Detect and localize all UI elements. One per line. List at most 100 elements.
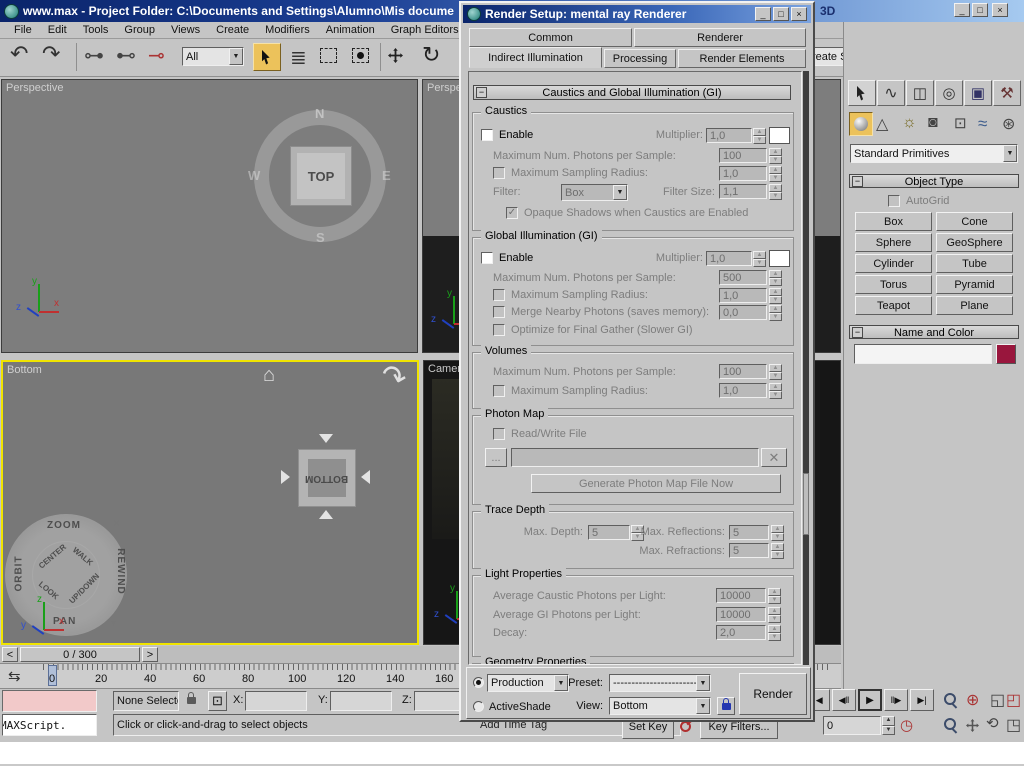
viewport-label-perspective[interactable]: Perspective — [6, 82, 63, 94]
gi-max-photons-spinner[interactable]: ▲ ▼ — [769, 270, 782, 286]
dialog-maximize-button[interactable]: □ — [773, 7, 789, 21]
tab-display[interactable]: ▣ — [964, 80, 992, 106]
category-helpers[interactable]: ⊡ — [954, 114, 967, 132]
scrollbar-thumb[interactable] — [803, 473, 809, 535]
gizmo-arrow-down[interactable] — [319, 510, 333, 519]
gi-multiplier-spinner[interactable]: ▲ ▼ — [753, 251, 766, 267]
name-color-rollout-header[interactable]: − Name and Color — [849, 325, 1019, 339]
viewcube-top-face[interactable]: TOP — [290, 146, 352, 206]
tab-common[interactable]: Common — [469, 28, 632, 47]
read-write-file-checkbox[interactable] — [493, 428, 505, 440]
chevron-down-icon[interactable]: ▼ — [696, 698, 710, 714]
tab-processing[interactable]: Processing — [604, 49, 676, 68]
production-dropdown[interactable]: Production ▼ — [487, 674, 569, 692]
select-rotate-button[interactable]: ↻ — [422, 42, 440, 68]
object-type-rollout-header[interactable]: − Object Type — [849, 174, 1019, 188]
time-configuration-button[interactable]: ◷ — [900, 716, 913, 734]
max-refractions-spinner[interactable]: ▲ ▼ — [771, 543, 784, 559]
chevron-down-icon[interactable]: ▼ — [1003, 145, 1017, 162]
wheel-rewind[interactable]: REWIND — [115, 548, 126, 595]
category-lights[interactable]: ☼ — [902, 114, 917, 132]
render-button[interactable]: Render — [739, 673, 807, 715]
avg-gi-field[interactable]: 10000 — [716, 607, 766, 622]
avg-gi-spinner[interactable]: ▲ ▼ — [768, 607, 781, 623]
viewcube[interactable]: N W E S TOP — [242, 102, 402, 252]
select-link-icon[interactable]: ⊶ — [84, 43, 104, 68]
chevron-down-icon[interactable]: ▼ — [613, 185, 627, 200]
play-button[interactable]: ▶ — [858, 689, 882, 711]
gi-enable-checkbox[interactable] — [481, 252, 493, 264]
chevron-down-icon[interactable]: ▼ — [696, 675, 710, 691]
unlink-icon[interactable]: ⊷ — [116, 43, 136, 68]
caustics-multiplier-field[interactable]: 1,0 — [706, 128, 752, 143]
compass-south[interactable]: S — [316, 230, 325, 245]
trackbar-mode-icon[interactable]: ⇆ — [8, 667, 21, 685]
main-minimize-button[interactable]: _ — [954, 3, 970, 17]
time-slider-handle[interactable]: 0 / 300 — [20, 647, 140, 662]
max-depth-field[interactable]: 5 — [588, 525, 630, 540]
chevron-down-icon[interactable]: ▼ — [554, 675, 568, 691]
wheel-close-icon[interactable]: × — [113, 516, 120, 530]
photon-map-browse-button[interactable]: ... — [485, 448, 507, 467]
tab-indirect-illumination[interactable]: Indirect Illumination — [469, 47, 602, 68]
tab-utilities[interactable]: ⚒ — [993, 80, 1021, 106]
rect-selection-region-button[interactable] — [320, 48, 337, 63]
gi-max-radius-field[interactable]: 1,0 — [719, 288, 767, 303]
frame-spinner[interactable]: ▲ ▼ — [882, 716, 895, 735]
volumes-max-photons-spinner[interactable]: ▲ ▼ — [769, 364, 782, 380]
crossing-selection-button[interactable] — [352, 48, 369, 63]
macro-recorder-field[interactable] — [2, 690, 97, 712]
viewcube-bottom-face[interactable]: BOTTOM — [298, 449, 356, 507]
select-object-button[interactable] — [253, 43, 281, 71]
dialog-titlebar[interactable]: Render Setup: mental ray Renderer _ □ × — [463, 5, 811, 23]
pan-button[interactable] — [966, 719, 979, 735]
object-button-cylinder[interactable]: Cylinder — [855, 254, 932, 273]
zoom-extents-all-button[interactable]: ◰ — [1006, 690, 1021, 710]
volumes-max-radius-checkbox[interactable] — [493, 385, 505, 397]
zoom-region-button[interactable] — [944, 718, 956, 733]
compass-east[interactable]: E — [382, 168, 391, 183]
gi-merge-checkbox[interactable] — [493, 306, 505, 318]
caustics-max-photons-field[interactable]: 100 — [719, 148, 767, 163]
category-systems[interactable]: ⊛ — [1002, 114, 1015, 134]
menu-file[interactable]: File — [6, 24, 40, 36]
volumes-max-radius-field[interactable]: 1,0 — [719, 383, 767, 398]
avg-caustic-spinner[interactable]: ▲ ▼ — [768, 588, 781, 604]
home-icon[interactable]: ⌂ — [263, 364, 275, 387]
zoom-all-button[interactable]: ⊕ — [966, 690, 979, 710]
caustics-enable-checkbox[interactable] — [481, 129, 493, 141]
primitive-category-dropdown[interactable]: Standard Primitives ▼ — [850, 144, 1018, 163]
gi-multiplier-field[interactable]: 1,0 — [706, 251, 752, 266]
tab-motion[interactable]: ◎ — [935, 80, 963, 106]
max-reflections-spinner[interactable]: ▲ ▼ — [771, 525, 784, 541]
view-dropdown[interactable]: Bottom ▼ — [609, 697, 711, 715]
absolute-mode-button[interactable]: ⊡ — [208, 691, 227, 711]
tab-modify[interactable]: ∿ — [877, 80, 905, 106]
avg-caustic-field[interactable]: 10000 — [716, 588, 766, 603]
menu-graph-editors[interactable]: Graph Editors — [383, 24, 467, 36]
view-lock-button[interactable] — [717, 697, 735, 715]
caustics-color-swatch[interactable] — [769, 127, 790, 144]
menu-tools[interactable]: Tools — [75, 24, 117, 36]
category-geometry[interactable] — [849, 112, 873, 136]
main-close-button[interactable]: × — [992, 3, 1008, 17]
maximize-viewport-button[interactable]: ◳ — [1006, 715, 1021, 735]
generate-photon-map-button[interactable]: Generate Photon Map File Now — [531, 474, 781, 493]
decay-field[interactable]: 2,0 — [716, 625, 766, 640]
volumes-max-radius-spinner[interactable]: ▲ ▼ — [769, 383, 782, 399]
production-radio[interactable] — [473, 677, 484, 688]
category-shapes[interactable]: △ — [876, 114, 888, 134]
menu-create[interactable]: Create — [208, 24, 257, 36]
tab-create[interactable] — [848, 80, 876, 106]
object-button-plane[interactable]: Plane — [936, 296, 1013, 315]
select-move-button[interactable] — [388, 48, 403, 66]
compass-west[interactable]: W — [248, 168, 260, 183]
viewport-label-bottom[interactable]: Bottom — [7, 364, 42, 376]
object-button-tube[interactable]: Tube — [936, 254, 1013, 273]
opaque-shadows-checkbox[interactable] — [506, 207, 518, 219]
photon-map-clear-button[interactable]: ✕ — [761, 448, 787, 467]
gi-merge-spinner[interactable]: ▲ ▼ — [769, 305, 782, 321]
bind-spacewarp-icon[interactable]: ⊸ — [148, 43, 165, 68]
gizmo-arrow-up[interactable] — [319, 434, 333, 443]
object-button-sphere[interactable]: Sphere — [855, 233, 932, 252]
